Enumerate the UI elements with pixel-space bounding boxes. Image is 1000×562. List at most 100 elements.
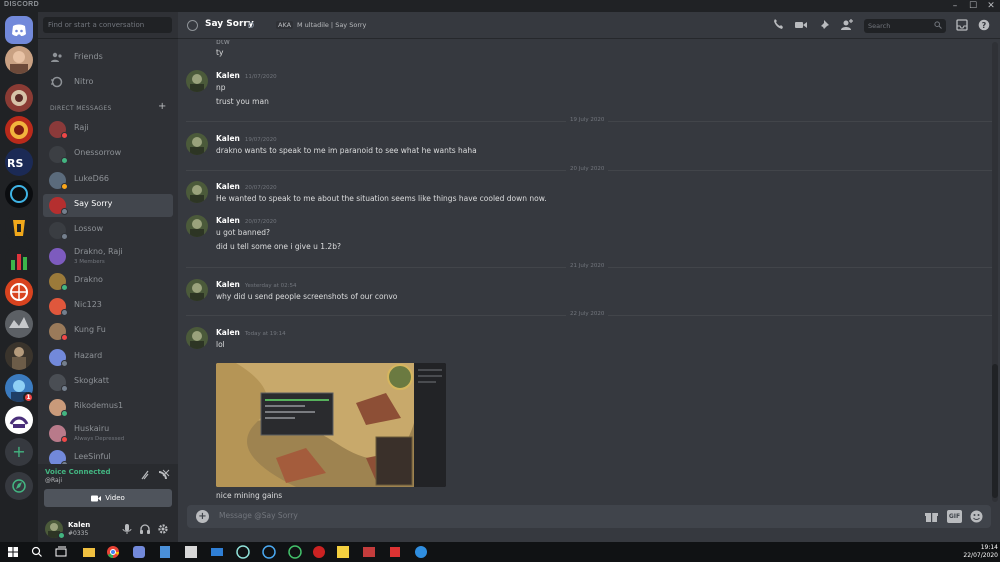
settings-gear-icon[interactable]	[157, 523, 169, 535]
add-server-button[interactable]: +	[5, 438, 33, 466]
server-9[interactable]	[5, 310, 33, 338]
svg-text:RS: RS	[7, 157, 23, 170]
status-indicator	[61, 132, 68, 139]
emoji-icon[interactable]	[970, 510, 983, 523]
status-indicator	[61, 410, 68, 418]
sidebar-separator	[38, 38, 178, 39]
gift-icon[interactable]	[925, 510, 938, 523]
help-icon[interactable]: ?	[978, 19, 990, 31]
dm-item[interactable]: Rikodemus1	[43, 396, 173, 419]
system-clock[interactable]: 19:14 22/07/2020	[958, 544, 998, 560]
voice-status: Voice Connected	[45, 468, 111, 476]
server-4[interactable]: RS	[5, 148, 33, 176]
calculator-icon[interactable]	[158, 545, 172, 559]
dm-item[interactable]: Kung Fu	[43, 320, 173, 343]
video-button[interactable]: Video	[44, 489, 172, 507]
message-avatar[interactable]	[186, 70, 208, 92]
message-author[interactable]: Kalen 20/07/2020	[216, 216, 277, 225]
dm-item[interactable]: Drakno, Raji 3 Members	[43, 245, 173, 268]
message-composer[interactable]: + Message @Say Sorry GIF	[187, 505, 991, 528]
attach-file-button[interactable]: +	[196, 510, 209, 523]
server-10[interactable]	[5, 342, 33, 370]
app-icon-14[interactable]	[414, 545, 428, 559]
app-icon-7[interactable]	[236, 545, 250, 559]
date-divider: 22 July 2020	[186, 311, 996, 317]
user-name: Kalen	[68, 521, 91, 529]
dm-item[interactable]: Huskairu Always Depressed	[43, 422, 173, 445]
date-divider-label: 21 July 2020	[566, 263, 609, 269]
message-author[interactable]: Kalen Today at 19:14	[216, 328, 286, 337]
app-icon-13[interactable]	[388, 545, 402, 559]
author-name: Kalen	[216, 280, 240, 289]
dm-name: Onessorrow	[74, 148, 122, 158]
app-icon-10[interactable]	[312, 545, 326, 559]
message-avatar[interactable]	[186, 133, 208, 155]
status-indicator	[61, 182, 68, 190]
dm-item[interactable]: Raji	[43, 118, 173, 141]
dm-item[interactable]: Nic123	[43, 295, 173, 318]
dm-item[interactable]: Onessorrow	[43, 143, 173, 166]
message-author[interactable]: Kalen 11/07/2020	[216, 71, 277, 80]
app-icon-8[interactable]	[262, 545, 276, 559]
close-window-button[interactable]: ✕	[982, 0, 1000, 12]
server-2[interactable]	[5, 84, 33, 112]
app-icon-12[interactable]	[362, 545, 376, 559]
date-divider: 21 July 2020	[186, 263, 996, 269]
app-icon-9[interactable]	[288, 545, 302, 559]
file-explorer-icon[interactable]	[82, 545, 96, 559]
message-avatar[interactable]	[186, 327, 208, 349]
message-author[interactable]: Kalen 19/07/2020	[216, 134, 277, 143]
scrollbar-thumb[interactable]	[992, 364, 998, 498]
microphone-icon[interactable]	[121, 523, 133, 535]
message-author[interactable]: Kalen Yesterday at 02:54	[216, 280, 296, 289]
nav-nitro[interactable]: Nitro	[43, 71, 173, 93]
gif-picker-button[interactable]: GIF	[947, 510, 962, 523]
discord-taskbar-icon[interactable]	[132, 545, 146, 559]
dm-item[interactable]: Skogkatt	[43, 371, 173, 394]
dm-item[interactable]: Say Sorry	[43, 193, 173, 217]
signal-icon[interactable]	[141, 470, 149, 480]
start-video-call-icon[interactable]	[795, 19, 807, 31]
app-icon-5[interactable]	[184, 545, 198, 559]
server-5[interactable]	[5, 180, 33, 208]
pinned-messages-icon[interactable]	[818, 19, 830, 31]
create-dm-button[interactable]: +	[158, 101, 166, 112]
server-6[interactable]	[5, 214, 33, 242]
server-8[interactable]	[5, 278, 33, 306]
server-1[interactable]	[5, 46, 33, 74]
home-button[interactable]	[5, 16, 33, 44]
mail-icon[interactable]	[210, 545, 224, 559]
search-taskbar-icon[interactable]	[30, 545, 44, 559]
maximize-button[interactable]: ☐	[964, 0, 982, 12]
status-indicator	[61, 157, 68, 165]
disconnect-icon[interactable]	[159, 469, 170, 479]
dm-item[interactable]: Lossow	[43, 219, 173, 242]
server-7[interactable]	[5, 246, 33, 274]
message-avatar[interactable]	[186, 215, 208, 237]
image-attachment[interactable]	[216, 363, 446, 487]
status-indicator	[61, 283, 68, 291]
dm-item[interactable]: Drakno	[43, 270, 173, 293]
add-friends-to-dm-icon[interactable]	[841, 19, 853, 31]
message-avatar[interactable]	[186, 181, 208, 203]
sticky-notes-icon[interactable]	[336, 545, 350, 559]
message-author[interactable]: Kalen 20/07/2020	[216, 182, 277, 191]
dm-item[interactable]: LukeD66	[43, 169, 173, 192]
dm-item[interactable]: Hazard	[43, 346, 173, 369]
app-brand: DISCORD	[4, 1, 40, 8]
server-3[interactable]	[5, 116, 33, 144]
search-input[interactable]: Search	[864, 19, 946, 33]
nav-friends[interactable]: Friends	[43, 46, 173, 68]
chrome-icon[interactable]	[106, 545, 120, 559]
windows-start-icon[interactable]	[6, 545, 20, 559]
explore-servers-button[interactable]	[5, 472, 33, 500]
inbox-icon[interactable]	[956, 19, 968, 31]
minimize-button[interactable]: –	[946, 0, 964, 12]
task-view-icon[interactable]	[54, 545, 68, 559]
server-12[interactable]	[5, 406, 33, 434]
status-indicator	[61, 309, 68, 317]
find-conversation-input[interactable]: Find or start a conversation	[43, 17, 172, 33]
headphones-icon[interactable]	[139, 523, 151, 535]
start-voice-call-icon[interactable]	[772, 19, 784, 31]
message-avatar[interactable]	[186, 279, 208, 301]
